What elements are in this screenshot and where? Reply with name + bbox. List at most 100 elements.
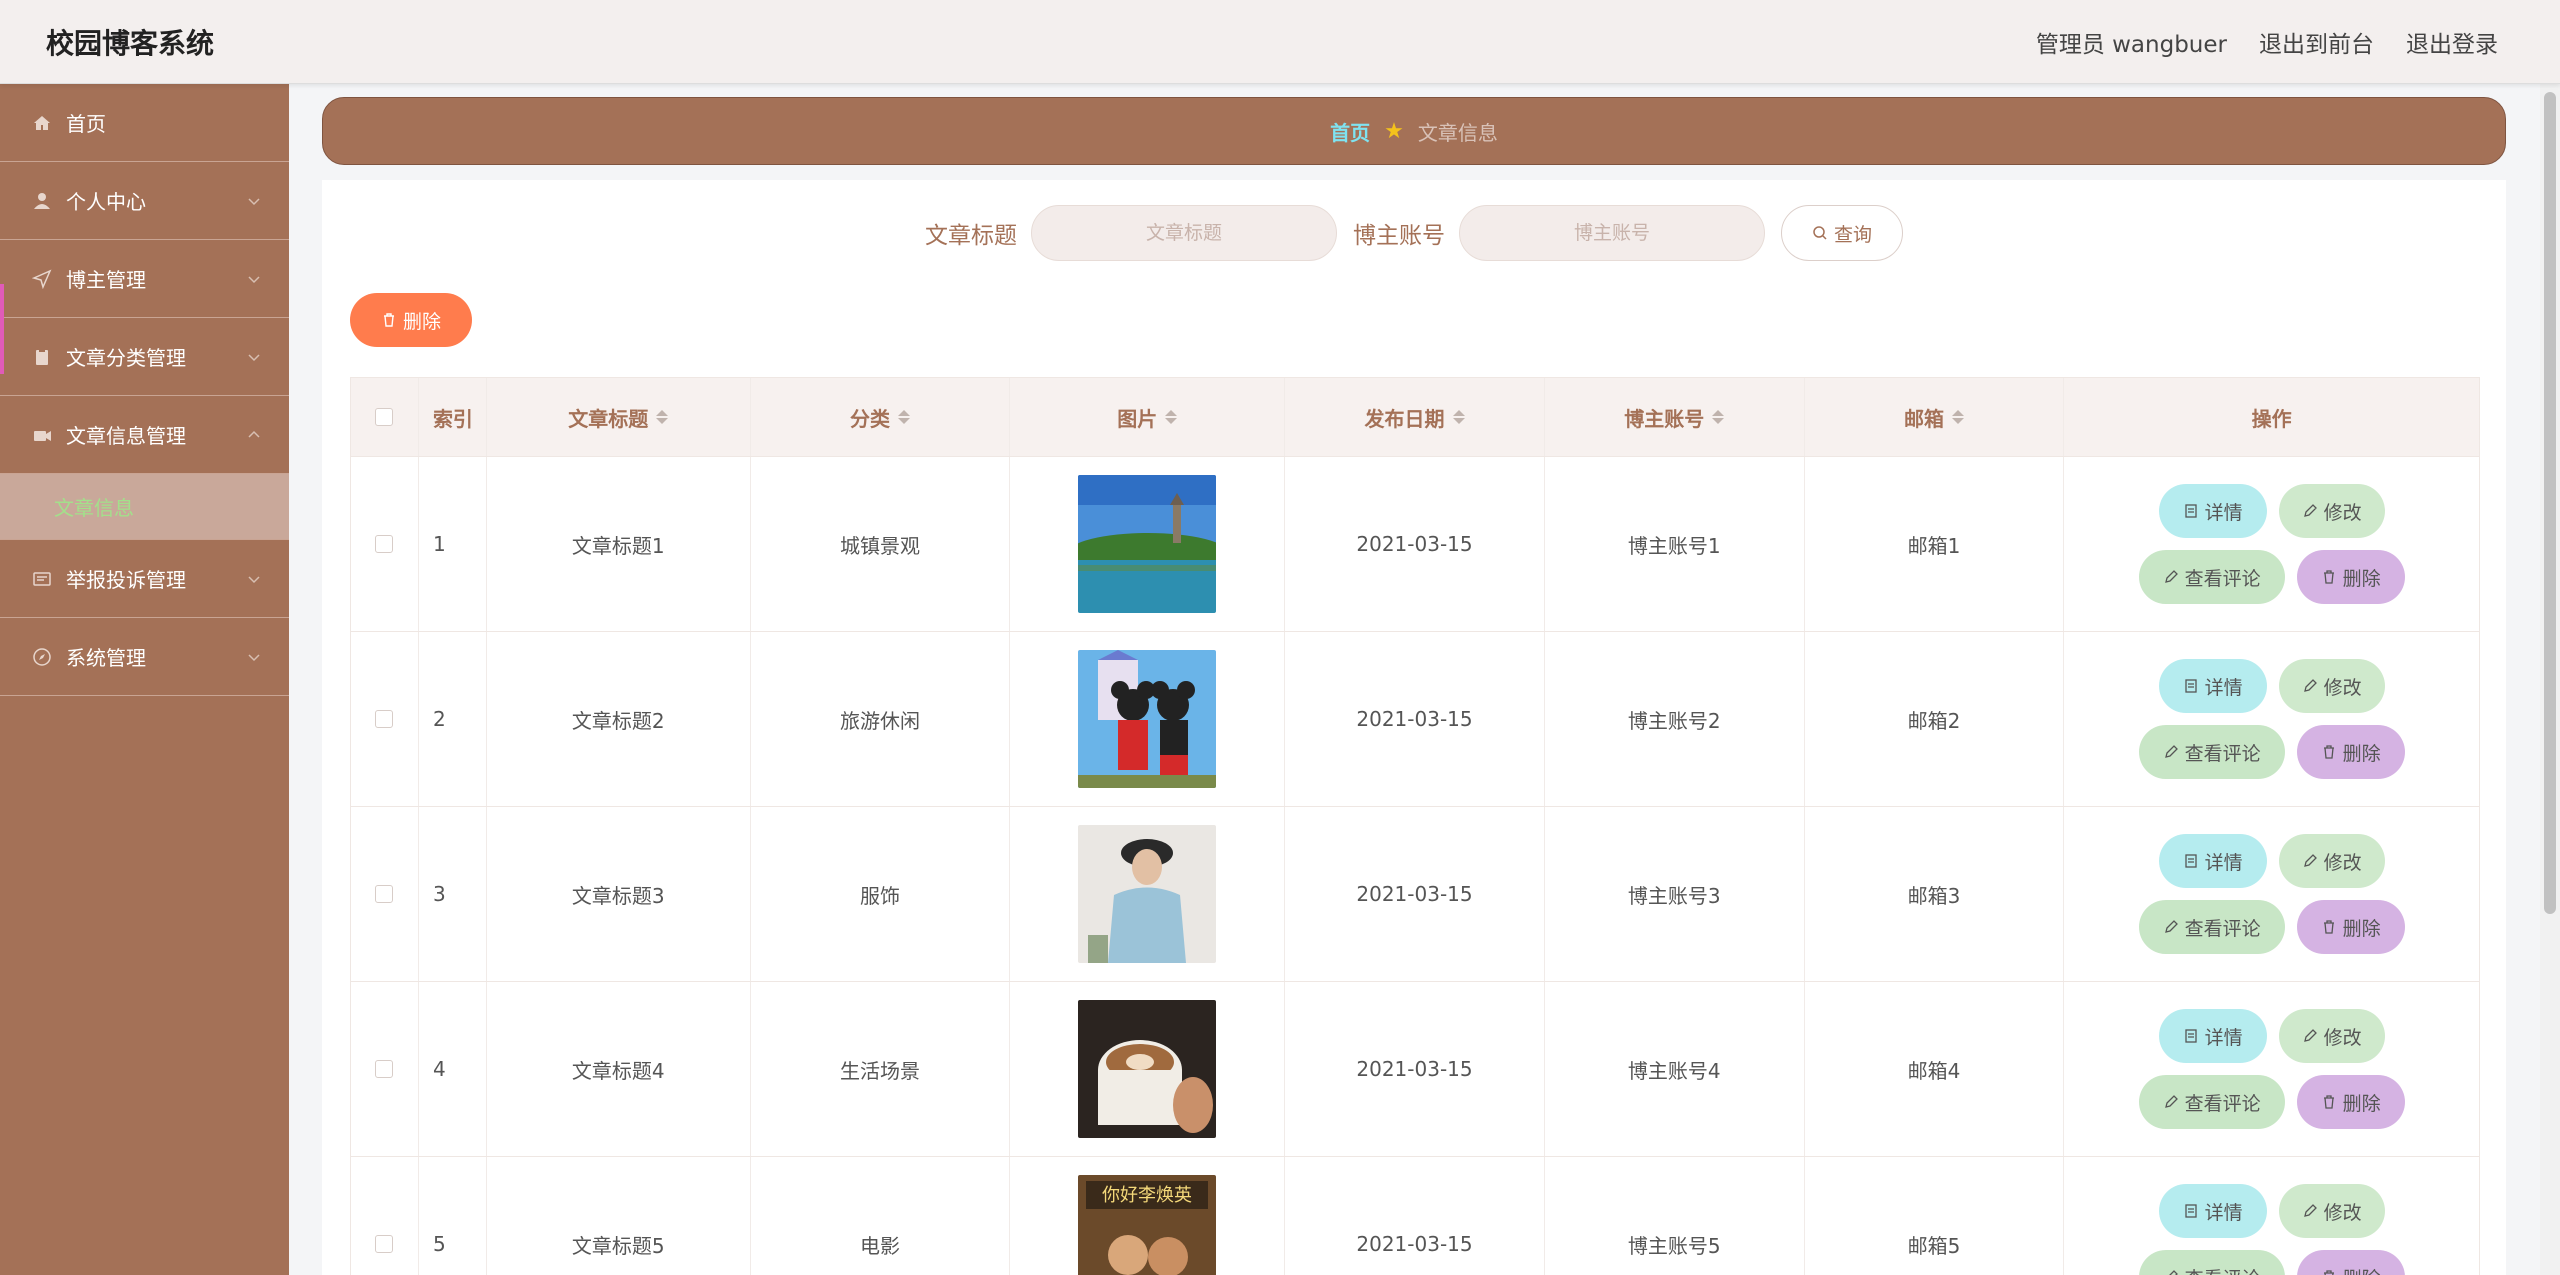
video-icon	[32, 425, 52, 445]
delete-button[interactable]: 删除	[2296, 900, 2405, 954]
detail-button[interactable]: 详情	[2158, 1184, 2267, 1238]
edit-button[interactable]: 修改	[2278, 834, 2385, 888]
sort-icon	[898, 410, 911, 424]
user-icon	[32, 191, 52, 211]
view-comments-button[interactable]: 查看评论	[2138, 1075, 2285, 1129]
header-category-label: 分类	[850, 406, 891, 431]
sidebar-item-label: 举报投诉管理	[66, 568, 186, 592]
header-title[interactable]: 文章标题	[487, 378, 751, 456]
row-select-cell	[351, 807, 419, 981]
row-account: 博主账号2	[1545, 632, 1805, 806]
row-title: 文章标题5	[487, 1157, 751, 1275]
delete-button[interactable]: 删除	[2296, 725, 2405, 779]
row-checkbox[interactable]	[375, 1235, 394, 1253]
edit-button[interactable]: 修改	[2278, 659, 2385, 713]
view-comments-button[interactable]: 查看评论	[2138, 550, 2285, 604]
article-thumbnail[interactable]: 你好李焕英	[1078, 1175, 1217, 1275]
row-checkbox[interactable]	[375, 885, 394, 903]
sidebar-item-bloggers[interactable]: 博主管理	[0, 240, 289, 318]
detail-button[interactable]: 详情	[2158, 1009, 2267, 1063]
view-comments-button[interactable]: 查看评论	[2138, 725, 2285, 779]
article-thumbnail[interactable]	[1078, 650, 1217, 788]
delete-button[interactable]: 删除	[2296, 1075, 2405, 1129]
pencil-icon	[2303, 854, 2317, 867]
breadcrumb-home[interactable]: 首页	[1330, 117, 1370, 146]
pencil-icon	[2168, 1270, 2178, 1275]
header-account[interactable]: 博主账号	[1545, 378, 1805, 456]
row-checkbox[interactable]	[375, 1060, 394, 1078]
row-checkbox[interactable]	[375, 535, 394, 553]
sidebar-item-categories[interactable]: 文章分类管理	[0, 318, 289, 396]
sidebar-subitem-article-info[interactable]: 文章信息	[0, 474, 289, 540]
row-title: 文章标题2	[487, 632, 751, 806]
header-actions: 操作	[2251, 406, 2292, 431]
edit-button[interactable]: 修改	[2278, 1009, 2385, 1063]
document-icon	[2185, 1204, 2197, 1218]
delete-label: 删除	[2342, 1093, 2381, 1115]
detail-button[interactable]: 详情	[2158, 484, 2267, 538]
delete-label: 删除	[2342, 568, 2381, 590]
view-comments-button[interactable]: 查看评论	[2138, 900, 2285, 954]
row-date: 2021-03-15	[1285, 632, 1545, 806]
edit-button[interactable]: 修改	[2278, 1184, 2385, 1238]
sidebar-item-label: 个人中心	[66, 190, 146, 214]
detail-button[interactable]: 详情	[2158, 834, 2267, 888]
sidebar-item-home[interactable]: 首页	[0, 84, 289, 162]
detail-label: 详情	[2204, 1202, 2243, 1224]
row-select-cell	[351, 982, 419, 1156]
sidebar-item-personal[interactable]: 个人中心	[0, 162, 289, 240]
scrollbar-thumb[interactable]	[2544, 92, 2556, 914]
edit-label: 修改	[2323, 677, 2362, 699]
delete-label: 删除	[2342, 918, 2381, 940]
sidebar-item-articles[interactable]: 文章信息管理	[0, 396, 289, 474]
header-email[interactable]: 邮箱	[1805, 378, 2065, 456]
article-table: 索引 文章标题 分类 图片 发布日期 博主账号 邮箱 操作 1 文章标题1 城镇景观…	[350, 377, 2480, 1275]
logout-link[interactable]: 退出登录	[2406, 25, 2498, 59]
svg-text:你好李焕英: 你好李焕英	[1102, 1185, 1192, 1206]
query-button[interactable]: 查询	[1781, 205, 1903, 261]
sidebar-item-reports[interactable]: 举报投诉管理	[0, 540, 289, 618]
header-date[interactable]: 发布日期	[1285, 378, 1545, 456]
article-thumbnail[interactable]	[1078, 475, 1217, 613]
view-comments-button[interactable]: 查看评论	[2138, 1250, 2285, 1275]
select-all-checkbox[interactable]	[375, 408, 394, 426]
batch-delete-button[interactable]: 删除	[350, 293, 472, 347]
admin-user-label[interactable]: 管理员 wangbuer	[2036, 25, 2227, 59]
header-select-cell	[351, 378, 419, 456]
row-image-cell	[1010, 982, 1286, 1156]
title-search-input[interactable]	[1031, 205, 1337, 261]
row-image-cell: 你好李焕英	[1010, 1157, 1286, 1275]
header-category[interactable]: 分类	[751, 378, 1011, 456]
edit-label: 修改	[2323, 1027, 2362, 1049]
row-checkbox[interactable]	[375, 710, 394, 728]
delete-button[interactable]: 删除	[2296, 550, 2405, 604]
row-title: 文章标题3	[487, 807, 751, 981]
sidebar-item-label: 首页	[66, 112, 106, 136]
edit-button[interactable]: 修改	[2278, 484, 2385, 538]
exit-to-front-link[interactable]: 退出到前台	[2259, 25, 2374, 59]
row-title: 文章标题1	[487, 457, 751, 631]
row-select-cell	[351, 457, 419, 631]
row-email: 邮箱4	[1805, 982, 2065, 1156]
table-body: 1 文章标题1 城镇景观 2021-03-15 博主账号1 邮箱1 详情 修改 查看评论 删除 2 文…	[351, 457, 2479, 1275]
article-thumbnail[interactable]	[1078, 1000, 1217, 1138]
query-button-label: 查询	[1833, 224, 1872, 246]
chevron-down-icon	[248, 197, 260, 205]
trash-icon	[383, 313, 394, 327]
message-icon	[32, 569, 52, 589]
sidebar-item-label: 系统管理	[66, 646, 146, 670]
header-image[interactable]: 图片	[1010, 378, 1286, 456]
table-row: 2 文章标题2 旅游休闲 2021-03-15 博主账号2 邮箱2 详情 修改 查看评论 删除	[351, 632, 2479, 807]
page-scrollbar[interactable]	[2540, 84, 2560, 1275]
row-category: 服饰	[751, 807, 1011, 981]
clipboard-icon	[32, 347, 52, 367]
account-search-input[interactable]	[1459, 205, 1765, 261]
pencil-icon	[2303, 679, 2317, 692]
article-thumbnail[interactable]	[1078, 825, 1217, 963]
sidebar-item-system[interactable]: 系统管理	[0, 618, 289, 696]
row-category: 城镇景观	[751, 457, 1011, 631]
row-actions: 详情 修改查看评论 删除	[2064, 807, 2479, 981]
delete-button[interactable]: 删除	[2296, 1250, 2405, 1275]
document-icon	[2185, 679, 2197, 693]
detail-button[interactable]: 详情	[2158, 659, 2267, 713]
